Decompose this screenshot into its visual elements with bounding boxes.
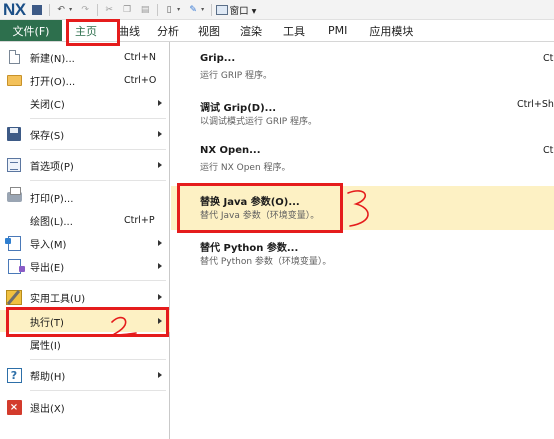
menu-item-label: 退出(X) — [30, 403, 65, 415]
menu-divider — [30, 149, 166, 150]
utilities-icon — [6, 289, 22, 305]
annotation-box-java — [177, 183, 343, 233]
export-icon — [6, 258, 25, 274]
submenu-arrow-icon — [158, 100, 162, 106]
menu-item-open[interactable]: 打开(O)... Ctrl+O — [0, 69, 170, 91]
tab-analysis[interactable]: 分析 — [148, 20, 188, 41]
cut-icon[interactable]: ✂ — [103, 3, 116, 16]
menu-item-label: 首选项(P) — [30, 161, 74, 173]
submenu-item-title: 调试 Grip(D)... — [200, 103, 277, 114]
menu-divider — [30, 390, 166, 391]
quick-access-toolbar: NX ↶ ▾ ↷ ✂ ❐ ▤ ▯ ▾ ✎ ▾ 窗口 ▾ — [0, 0, 554, 20]
new-dropdown-icon[interactable]: ▾ — [176, 3, 182, 16]
submenu-item-nx-open[interactable]: NX Open... 运行 NX Open 程序。 Ct — [171, 138, 554, 182]
submenu-item-title: 替代 Python 参数... — [200, 243, 299, 254]
execute-submenu: Grip... 运行 GRIP 程序。 Ct 调试 Grip(D)... 以调试… — [171, 42, 554, 439]
exit-icon: × — [6, 399, 22, 415]
menu-item-shortcut: Ctrl+O — [124, 74, 157, 86]
menu-item-label: 绘图(L)... — [30, 216, 73, 228]
menu-item-utilities[interactable]: 实用工具(U) — [0, 286, 170, 308]
menu-item-label: 属性(I) — [30, 340, 61, 352]
tab-view[interactable]: 视图 — [188, 20, 230, 41]
menu-item-label: 打印(P)... — [30, 193, 74, 205]
new-document-icon — [6, 49, 22, 65]
submenu-item-title: NX Open... — [200, 145, 261, 156]
touch-dropdown-icon[interactable]: ▾ — [200, 3, 206, 16]
menu-divider — [30, 280, 166, 281]
submenu-item-description: 运行 GRIP 程序。 — [200, 71, 273, 81]
submenu-item-description: 运行 NX Open 程序。 — [200, 163, 291, 173]
submenu-arrow-icon — [158, 131, 162, 137]
tab-pmi[interactable]: PMI — [316, 20, 359, 41]
undo-dropdown-icon[interactable]: ▾ — [68, 3, 74, 16]
submenu-item-shortcut: Ct — [543, 145, 554, 156]
paste-icon[interactable]: ▤ — [139, 3, 152, 16]
undo-icon[interactable]: ↶ — [55, 3, 68, 16]
menu-item-label: 关闭(C) — [30, 99, 65, 111]
menu-item-preferences[interactable]: 首选项(P) — [0, 154, 170, 176]
tab-tools[interactable]: 工具 — [272, 20, 316, 41]
toolbar-separator — [210, 3, 212, 16]
menu-item-save[interactable]: 保存(S) — [0, 123, 170, 145]
menu-item-new[interactable]: 新建(N)... Ctrl+N — [0, 46, 170, 68]
submenu-item-replace-python-params[interactable]: 替代 Python 参数... 替代 Python 参数（环境变量）。 — [171, 232, 554, 276]
menu-item-label: 新建(N)... — [30, 53, 75, 65]
annotation-box-home-tab — [66, 19, 120, 46]
menu-item-exit[interactable]: × 退出(X) — [0, 396, 170, 418]
menu-item-print[interactable]: 打印(P)... — [0, 186, 170, 208]
tab-render[interactable]: 渲染 — [230, 20, 272, 41]
save-icon[interactable] — [31, 3, 44, 16]
submenu-arrow-icon — [158, 240, 162, 246]
touch-icon[interactable]: ✎ — [187, 3, 200, 16]
tab-applications[interactable]: 应用模块 — [359, 20, 423, 41]
submenu-item-debug-grip[interactable]: 调试 Grip(D)... 以调试模式运行 GRIP 程序。 Ctrl+Shi — [171, 92, 554, 136]
file-menu: 新建(N)... Ctrl+N 打开(O)... Ctrl+O 关闭(C) 保存… — [0, 42, 170, 439]
menu-item-label: 保存(S) — [30, 130, 65, 142]
save-icon — [6, 126, 22, 142]
submenu-item-description: 替代 Python 参数（环境变量）。 — [200, 257, 332, 267]
menu-item-label: 导入(M) — [30, 239, 67, 251]
submenu-item-shortcut: Ctrl+Shi — [517, 99, 554, 110]
toolbar-separator — [48, 3, 50, 16]
submenu-item-grip[interactable]: Grip... 运行 GRIP 程序。 Ct — [171, 46, 554, 90]
toolbar-separator — [156, 3, 158, 16]
submenu-item-title: Grip... — [200, 53, 236, 64]
tab-file[interactable]: 文件(F) — [0, 20, 62, 41]
menu-divider — [30, 180, 166, 181]
nx-logo: NX — [3, 0, 26, 19]
menu-item-export[interactable]: 导出(E) — [0, 255, 170, 277]
preferences-icon — [6, 157, 22, 173]
submenu-arrow-icon — [158, 372, 162, 378]
menu-item-label: 导出(E) — [30, 262, 65, 274]
submenu-arrow-icon — [158, 162, 162, 168]
open-folder-icon — [6, 72, 22, 88]
redo-icon[interactable]: ↷ — [79, 3, 92, 16]
menu-divider — [30, 359, 166, 360]
window-icon — [215, 4, 228, 15]
menu-item-shortcut: Ctrl+P — [124, 214, 155, 226]
submenu-item-description: 以调试模式运行 GRIP 程序。 — [200, 117, 318, 127]
menu-item-import[interactable]: 导入(M) — [0, 232, 170, 254]
window-menu[interactable]: 窗口 ▾ — [215, 3, 257, 17]
new-icon[interactable]: ▯ — [163, 3, 176, 16]
toolbar-separator — [96, 3, 98, 16]
copy-icon[interactable]: ❐ — [121, 3, 134, 16]
menu-item-label: 实用工具(U) — [30, 293, 86, 305]
submenu-arrow-icon — [158, 263, 162, 269]
menu-item-close[interactable]: 关闭(C) — [0, 92, 170, 114]
menu-divider — [30, 118, 166, 119]
menu-item-shortcut: Ctrl+N — [124, 51, 156, 63]
menu-item-label: 打开(O)... — [30, 76, 76, 88]
import-icon — [4, 235, 22, 251]
submenu-arrow-icon — [158, 294, 162, 300]
print-icon — [6, 187, 22, 205]
help-icon: ? — [6, 367, 22, 383]
menu-item-plot[interactable]: 绘图(L)... Ctrl+P — [0, 209, 170, 231]
submenu-item-shortcut: Ct — [543, 53, 554, 64]
window-menu-label: 窗口 ▾ — [229, 5, 257, 17]
annotation-box-execute — [6, 307, 169, 337]
menu-item-help[interactable]: ? 帮助(H) — [0, 364, 170, 386]
menu-item-label: 帮助(H) — [30, 371, 66, 383]
